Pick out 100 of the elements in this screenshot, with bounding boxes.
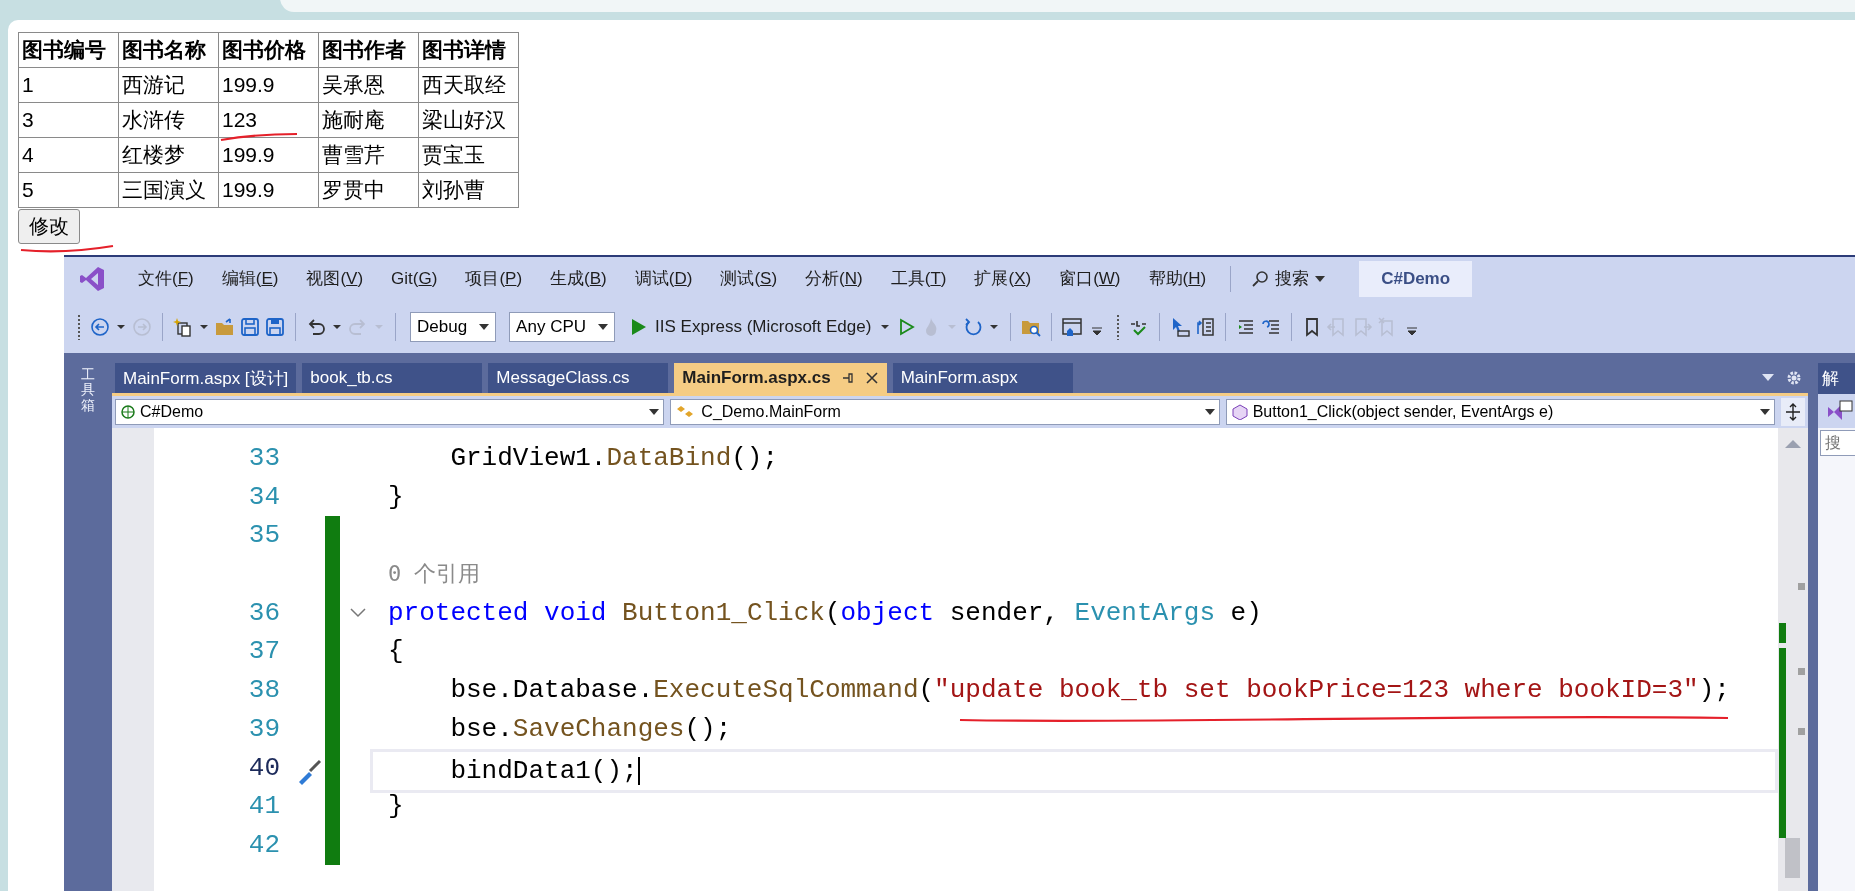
document-tab[interactable]: MessageClass.cs <box>488 363 669 393</box>
document-tab[interactable]: book_tb.cs <box>302 363 483 393</box>
caret-icon <box>649 409 660 415</box>
search-button[interactable]: 搜索 <box>1241 264 1336 293</box>
menu-item[interactable]: 扩展(X) <box>960 264 1046 293</box>
menu-item[interactable]: 生成(B) <box>536 264 621 293</box>
table-cell: 5 <box>18 172 119 208</box>
globe-icon <box>120 404 136 420</box>
line-number: 40 <box>247 751 280 785</box>
line-number: 35 <box>247 519 280 553</box>
table-cell: 贾宝玉 <box>418 137 519 173</box>
table-cell: 施耐庵 <box>318 102 419 138</box>
table-cell: 罗贯中 <box>318 172 419 208</box>
config-dropdown[interactable]: Any CPU <box>509 311 616 342</box>
table-cell: 刘孙曹 <box>418 172 519 208</box>
menu-item[interactable]: 窗口(W) <box>1045 264 1135 293</box>
line-number: 37 <box>247 635 280 669</box>
line-number: 41 <box>247 790 280 824</box>
column-header: 图书作者 <box>318 32 419 68</box>
caret-icon <box>1315 275 1326 282</box>
code-line: bse.Database.ExecuteSqlCommand("update book_tb set bookPrice=123 where bookID=3"); <box>449 674 1730 708</box>
table-cell: 199.9 <box>218 137 319 173</box>
scroll-thumb[interactable] <box>1785 838 1800 878</box>
table-cell: 梁山好汉 <box>418 102 519 138</box>
menu-item[interactable]: 测试(S) <box>706 264 792 293</box>
caret-icon <box>1760 409 1770 415</box>
line-number: 34 <box>247 480 280 514</box>
navigation-dropdown[interactable]: C#Demo <box>115 399 665 425</box>
toolbar-grip[interactable] <box>77 313 81 340</box>
navigation-dropdown[interactable]: C_Demo.MainForm <box>670 399 1220 425</box>
method-icon <box>1230 404 1249 420</box>
table-cell: 4 <box>18 137 119 173</box>
close-icon[interactable] <box>864 371 879 385</box>
text-cursor <box>637 756 640 785</box>
document-tab[interactable]: MainForm.aspx <box>892 363 1073 393</box>
menu-item[interactable]: 分析(N) <box>791 264 877 293</box>
dropdown-icon[interactable] <box>1762 374 1774 382</box>
code-line: bse.SaveChanges(); <box>449 712 732 746</box>
back-icon[interactable] <box>89 315 111 338</box>
line-number: 33 <box>247 442 280 475</box>
settings-icon[interactable] <box>1786 370 1802 386</box>
line-number: 36 <box>247 596 280 630</box>
caret-icon <box>1204 409 1215 415</box>
search-field[interactable]: 搜 <box>1820 430 1855 456</box>
table-cell: 红楼梦 <box>118 137 219 173</box>
menu-item[interactable]: 工具(T) <box>876 264 961 293</box>
config-dropdown[interactable]: Debug <box>410 311 497 342</box>
caret-icon <box>598 323 609 330</box>
column-header: 图书名称 <box>118 32 219 68</box>
column-header: 图书详情 <box>418 32 519 68</box>
menu-item[interactable]: 帮助(H) <box>1134 264 1221 293</box>
code-line: } <box>388 790 404 824</box>
menu-item[interactable]: 调试(D) <box>620 264 707 293</box>
menu-item[interactable]: 视图(V) <box>292 264 378 293</box>
code-line: { <box>388 635 404 669</box>
solution-name: C#Demo <box>1359 260 1473 297</box>
line-number: 42 <box>247 828 280 862</box>
code-line: GridView1.DataBind(); <box>449 442 779 475</box>
line-number: 38 <box>247 674 280 708</box>
code-line: bindData1(); <box>449 754 638 788</box>
collapse-icon[interactable] <box>350 608 366 619</box>
save-icon[interactable] <box>239 315 261 338</box>
scrollbar[interactable] <box>1778 428 1808 891</box>
table-cell: 123 <box>218 102 319 138</box>
toolbox-label[interactable]: 工具箱 <box>81 363 95 891</box>
navigation-dropdown[interactable]: Button1_Click(object sender, EventArgs e) <box>1225 399 1775 425</box>
table-cell: 吴承恩 <box>318 67 419 103</box>
column-header: 图书编号 <box>18 32 119 68</box>
menu-item[interactable]: Git(G) <box>377 265 452 292</box>
run-button[interactable]: IIS Express (Microsoft Edge) <box>623 316 876 337</box>
change-marker <box>1779 623 1786 643</box>
app-logo[interactable] <box>78 264 106 293</box>
table-cell: 199.9 <box>218 67 319 103</box>
table-cell: 199.9 <box>218 172 319 208</box>
window-home-icon[interactable] <box>1061 315 1084 338</box>
table-cell: 3 <box>18 102 119 138</box>
document-tab[interactable]: MainForm.aspx [设计] <box>115 363 297 393</box>
save-all-icon[interactable] <box>264 315 286 338</box>
table-cell: 1 <box>18 67 119 103</box>
document-tab[interactable]: MainForm.aspx.cs <box>674 363 887 393</box>
scroll-marker <box>1798 668 1805 675</box>
menu-item[interactable]: 项目(P) <box>451 264 537 293</box>
menu-item[interactable]: 文件(F) <box>124 264 208 293</box>
column-header: 图书价格 <box>218 32 319 68</box>
document-arrow-icon[interactable] <box>1194 315 1217 338</box>
update-button[interactable]: 修改 <box>18 209 80 244</box>
caret-icon <box>479 323 490 330</box>
pin-icon[interactable] <box>840 371 855 385</box>
table-cell: 西天取经 <box>418 67 519 103</box>
play-icon <box>631 317 648 336</box>
table-cell: 西游记 <box>118 67 219 103</box>
code-line: protected void Button1_Click(object sender, EventArgs e) <box>388 596 1262 630</box>
search-icon <box>1251 269 1270 288</box>
panel-title: 解 <box>1818 363 1855 394</box>
split-icon[interactable] <box>1781 398 1805 426</box>
code-line: } <box>388 480 404 514</box>
scroll-marker <box>1798 728 1805 735</box>
table-cell: 曹雪芹 <box>318 137 419 173</box>
menu-item[interactable]: 编辑(E) <box>207 264 293 293</box>
line-number: 39 <box>247 712 280 746</box>
